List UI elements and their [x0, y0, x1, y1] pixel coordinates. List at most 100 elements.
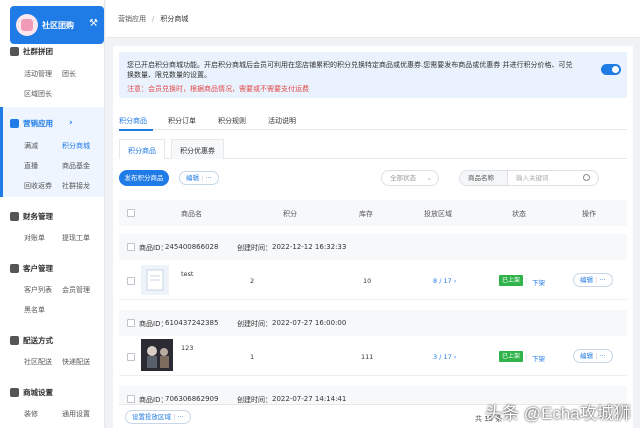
tab-points-goods[interactable]: 积分商品 — [119, 116, 147, 126]
nav-item-members[interactable]: 会员管理 — [62, 285, 90, 295]
batch-edit-button[interactable]: 编辑 | ··· — [179, 171, 219, 185]
chevron-down-icon: ⌄ — [426, 174, 432, 182]
nav-group-label: 配送方式 — [23, 335, 53, 345]
nav-item-express[interactable]: 快递配送 — [62, 357, 90, 367]
goods-name[interactable]: test — [181, 270, 193, 278]
nav-group-customer[interactable]: 客户管理 — [10, 261, 53, 275]
publish-points-goods-button[interactable]: 发布积分商品 — [119, 170, 169, 186]
nav-group-settings[interactable]: 商城设置 — [10, 385, 53, 399]
nav-item-points-mall[interactable]: 积分商城 — [62, 141, 90, 151]
nav-item-statement[interactable]: 对账单 — [24, 233, 45, 243]
row-checkbox[interactable] — [127, 319, 135, 327]
edit-label: 编辑 — [580, 352, 593, 360]
nav-item-fund[interactable]: 商品基金 — [62, 161, 90, 171]
row-edit-button[interactable]: 编辑 | ··· — [573, 273, 613, 287]
breadcrumb-separator: / — [152, 15, 155, 23]
search-type-select[interactable]: 商品名称 — [460, 171, 508, 185]
select-all-checkbox[interactable] — [127, 209, 135, 217]
nav-item-live[interactable]: 直播 — [24, 161, 38, 171]
col-area: 投放区域 — [424, 210, 452, 218]
table-row: 123 1 111 3 / 17 › 已上架 | 下架 编辑 | ··· — [119, 336, 627, 376]
nav-item-discount[interactable]: 满减 — [24, 141, 38, 151]
nav-item-community-delivery[interactable]: 社区配送 — [24, 357, 52, 367]
area-count: 3 / 17 — [433, 353, 452, 361]
tab-activity-desc[interactable]: 活动说明 — [268, 116, 296, 126]
nav-item-decoration[interactable]: 装修 — [24, 409, 38, 419]
notice-text: 您已开启积分商城功能。开启积分商城后会员可利用在您店铺累积的积分兑换特定商品或优… — [127, 61, 573, 79]
notice-warning: 注意：会员兑换时，根据商品情况，需要或不需要支付运费 — [127, 85, 309, 93]
delist-link[interactable]: 下架 — [532, 277, 545, 287]
row-checkbox[interactable] — [127, 395, 135, 403]
nav-group-community[interactable]: 社群拼团 — [10, 44, 53, 58]
row-checkbox[interactable] — [127, 243, 135, 251]
breadcrumb-parent[interactable]: 营销应用 — [118, 15, 146, 23]
divider: | — [525, 277, 528, 285]
status-badge: 已上架 — [499, 275, 524, 286]
goods-name[interactable]: 123 — [181, 344, 193, 352]
nav-item-area-leader[interactable]: 区域团长 — [24, 89, 52, 99]
created-time: 2022-07-27 14:14:41 — [272, 395, 347, 403]
more-icon[interactable]: ··· — [205, 174, 211, 182]
status-filter-select[interactable]: 全部状态 ⌄ — [381, 170, 439, 186]
created-label: 创建时间： — [237, 244, 272, 252]
col-stock: 库存 — [359, 210, 373, 218]
col-status: 状态 — [512, 210, 526, 218]
subtab-points-goods[interactable]: 积分商品 — [119, 139, 165, 159]
goods-id: 245400866028 — [165, 243, 219, 251]
nav-group-label: 客户管理 — [23, 263, 53, 273]
sidebar: 社区团购 ⚒ 社群拼团 活动管理 团长 区域团长 营销应用 › 满减 积分商城 … — [0, 0, 105, 428]
nav-group-finance[interactable]: 财务管理 — [10, 209, 53, 223]
subtab-points-coupons[interactable]: 积分优惠券 — [171, 139, 224, 159]
tab-points-rules[interactable]: 积分规则 — [218, 116, 246, 126]
nav-item-withdraw[interactable]: 提现工单 — [62, 233, 90, 243]
finance-icon — [10, 211, 19, 221]
row-checkbox[interactable] — [127, 277, 135, 285]
nav-group-label: 财务管理 — [23, 211, 53, 221]
tab-points-orders[interactable]: 积分订单 — [168, 116, 196, 126]
nav-item-customer-list[interactable]: 客户列表 — [24, 285, 52, 295]
status-badge: 已上架 — [499, 351, 524, 362]
more-icon[interactable]: ··· — [599, 276, 605, 284]
points-mall-toggle[interactable] — [601, 64, 621, 75]
goods-area-link[interactable]: 8 / 17 › — [433, 277, 456, 285]
nav-item-recycle[interactable]: 回收返券 — [24, 181, 52, 191]
row-edit-button[interactable]: 编辑 | ··· — [573, 349, 613, 363]
sub-tabs: 积分商品 积分优惠券 — [119, 139, 627, 159]
area-count: 8 / 17 — [433, 277, 452, 285]
goods-area-link[interactable]: 3 / 17 › — [433, 353, 456, 361]
nav-item-general-settings[interactable]: 通用设置 — [62, 409, 90, 419]
table-row-header: 商品ID： 245400866028 创建时间： 2022-12-12 16:3… — [119, 234, 627, 260]
nav-group-marketing[interactable]: 营销应用 › — [10, 116, 73, 130]
created-time: 2022-12-12 16:32:33 — [272, 243, 347, 251]
search-input[interactable]: 输入关键词 — [516, 171, 549, 185]
col-points: 积分 — [283, 210, 297, 218]
settings-icon — [10, 387, 19, 397]
nav-group-label: 商城设置 — [23, 387, 53, 397]
nav-group-delivery[interactable]: 配送方式 — [10, 333, 53, 347]
chevron-right-icon: › — [69, 118, 73, 128]
delivery-icon — [10, 335, 19, 345]
search-icon[interactable] — [583, 174, 590, 181]
store-logo — [16, 14, 38, 36]
goods-thumbnail — [141, 265, 169, 295]
tools-icon[interactable]: ⚒ — [89, 18, 98, 29]
nav-item-blacklist[interactable]: 黑名单 — [24, 305, 45, 315]
main-tabs: 积分商品 积分订单 积分规则 活动说明 — [119, 108, 627, 131]
brand-header[interactable]: 社区团购 ⚒ — [10, 6, 104, 44]
goods-stock: 111 — [361, 353, 374, 361]
nav-item-activity[interactable]: 活动管理 — [24, 69, 52, 79]
main-panel: 您已开启积分商城功能。开启积分商城后会员可利用在您店铺累积的积分兑换特定商品或优… — [113, 46, 633, 428]
active-indicator — [0, 107, 3, 197]
more-icon[interactable]: ··· — [177, 413, 183, 421]
more-icon[interactable]: ··· — [599, 352, 605, 360]
row-checkbox[interactable] — [127, 353, 135, 361]
set-area-button[interactable]: 设置投放区域 | ··· — [125, 410, 191, 424]
edit-label: 编辑 — [186, 174, 199, 182]
nav-item-relay[interactable]: 社群接龙 — [62, 181, 90, 191]
search-box: 商品名称 输入关键词 — [459, 170, 599, 186]
delist-link[interactable]: 下架 — [532, 353, 545, 363]
nav-item-leader[interactable]: 团长 — [62, 69, 76, 79]
goods-points: 1 — [250, 353, 255, 361]
group-icon — [10, 46, 19, 56]
table-header: 商品名 积分 库存 投放区域 状态 操作 — [119, 200, 627, 226]
